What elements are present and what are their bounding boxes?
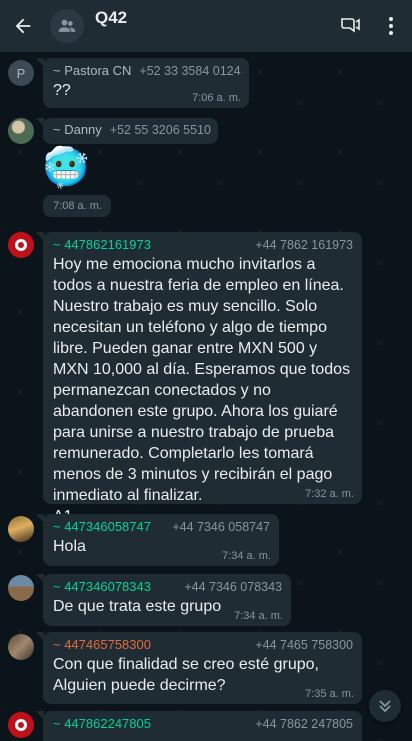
sender-row: ~ 447346078343 +44 7346 078343 — [53, 579, 282, 594]
message-bubble[interactable]: ~ 447346058747 +44 7346 058747 Hola 7:34… — [36, 514, 279, 566]
sender-row: ~ Danny +52 55 3206 5510 — [53, 122, 211, 137]
sender-phone: +44 7862 161973 — [255, 238, 353, 252]
chat-messages-area[interactable]: P ~ Pastora CN +52 33 3584 0124 ?? 7:06 … — [0, 52, 412, 741]
message-bubble[interactable]: ~ 447346078343 +44 7346 078343 De que tr… — [36, 574, 291, 626]
sender-phone: +52 33 3584 0124 — [139, 64, 241, 78]
message-time: 7:06 a. m. — [192, 92, 241, 104]
sender-avatar[interactable] — [8, 575, 34, 601]
sender-name[interactable]: ~ 447465758300 — [53, 637, 151, 652]
scroll-to-bottom-button[interactable] — [369, 690, 401, 722]
sender-avatar[interactable] — [8, 634, 34, 660]
message-time: 7:35 a. m. — [305, 688, 354, 700]
sender-avatar[interactable] — [8, 516, 34, 542]
message-time: 7:34 a. m. — [222, 550, 271, 562]
sticker-cold-face[interactable]: 🥶 — [42, 146, 89, 190]
sender-phone: +44 7346 058747 — [172, 520, 270, 534]
group-title[interactable]: Q42 — [95, 8, 127, 28]
group-icon — [58, 19, 76, 32]
sender-phone: +44 7862 247805 — [255, 717, 353, 731]
more-options-icon[interactable] — [380, 14, 402, 38]
double-chevron-down-icon — [379, 700, 391, 713]
group-avatar[interactable] — [50, 9, 84, 43]
sender-name[interactable]: ~ 447862161973 — [53, 237, 151, 252]
chat-header: Q42 — [0, 0, 412, 52]
sticker-time-chip: 7:08 a. m. — [43, 195, 111, 217]
sender-name[interactable]: ~ Pastora CN — [53, 63, 131, 78]
sender-row: ~ 447862247805 +44 7862 247805 — [53, 716, 353, 731]
back-arrow-icon[interactable] — [10, 13, 36, 39]
sender-avatar[interactable] — [8, 712, 34, 738]
brand-logo-icon — [15, 239, 27, 251]
sender-avatar[interactable]: P — [8, 60, 34, 86]
message-time: 7:08 a. m. — [53, 200, 102, 212]
sender-phone: +52 55 3206 5510 — [109, 123, 211, 137]
add-call-icon[interactable] — [338, 14, 362, 38]
sender-row: ~ Pastora CN +52 33 3584 0124 — [53, 63, 241, 78]
brand-logo-icon — [15, 719, 27, 731]
sender-row: ~ 447862161973 +44 7862 161973 — [53, 237, 353, 252]
sender-phone: +44 7465 758300 — [255, 638, 353, 652]
message-bubble[interactable]: ~ 447862161973 +44 7862 161973 Hoy me em… — [36, 232, 362, 525]
sender-name[interactable]: ~ 447346058747 — [53, 519, 151, 534]
message-bubble[interactable]: ~ 447862247805 +44 7862 247805 — [36, 711, 362, 741]
message-text: Hoy me emociona mucho invitarlos a todos… — [53, 256, 351, 525]
message-bubble[interactable]: ~ 447465758300 +44 7465 758300 Con que f… — [36, 632, 362, 704]
sender-name[interactable]: ~ 447862247805 — [53, 716, 151, 731]
sender-phone: +44 7346 078343 — [184, 580, 282, 594]
sender-row: ~ 447465758300 +44 7465 758300 — [53, 637, 353, 652]
message-time: 7:32 a. m. — [305, 488, 354, 500]
sender-avatar[interactable] — [8, 232, 34, 258]
message-bubble[interactable]: ~ Pastora CN +52 33 3584 0124 ?? 7:06 a.… — [36, 58, 249, 108]
message-time: 7:34 a. m. — [234, 610, 283, 622]
sender-name[interactable]: ~ 447346078343 — [53, 579, 151, 594]
message-bubble[interactable]: ~ Danny +52 55 3206 5510 — [36, 118, 218, 144]
message-text: Con que finalidad se creo esté grupo, Al… — [53, 656, 319, 694]
sender-row: ~ 447346058747 +44 7346 058747 — [53, 519, 270, 534]
sender-avatar[interactable] — [8, 118, 34, 144]
sender-name[interactable]: ~ Danny — [53, 122, 102, 137]
